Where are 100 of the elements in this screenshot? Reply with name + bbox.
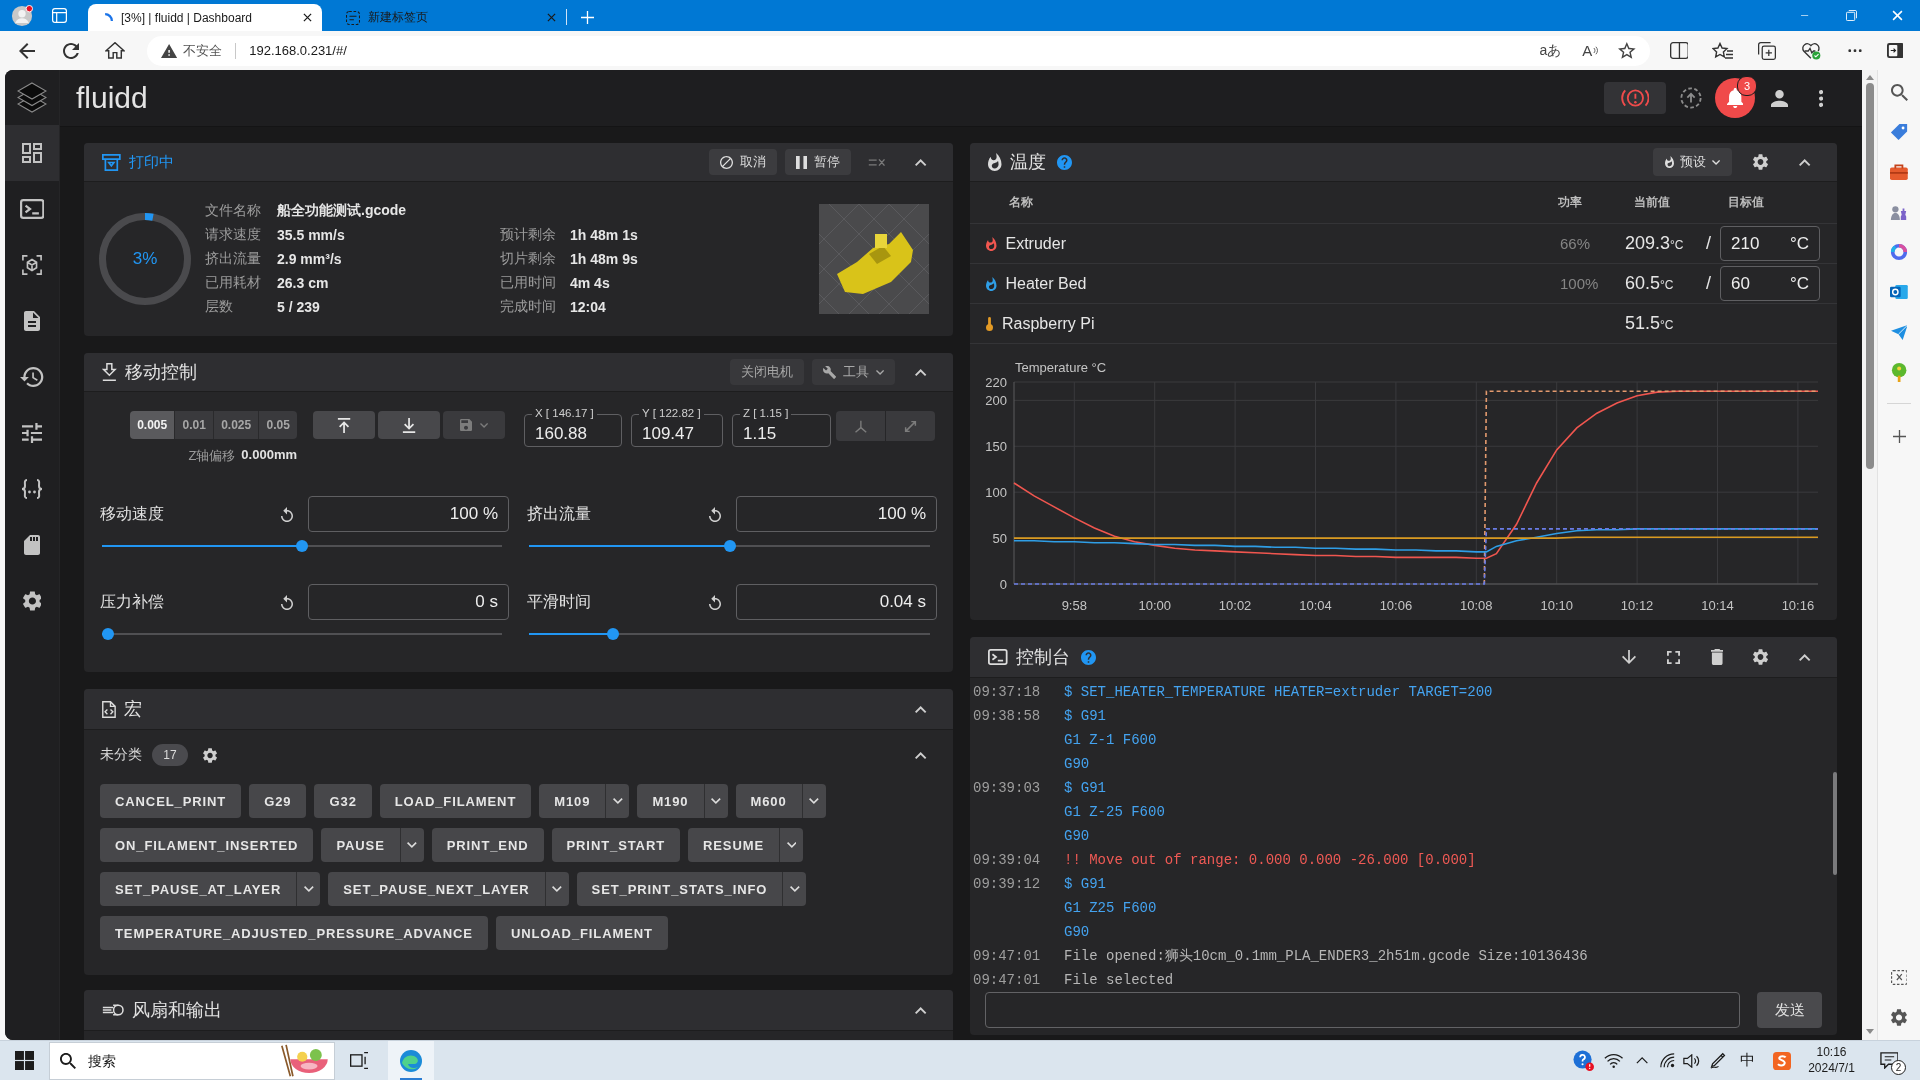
favorites-icon[interactable] <box>1712 42 1734 59</box>
window-icon[interactable] <box>51 8 67 23</box>
browser-tab[interactable]: 新建标签页 <box>330 4 566 31</box>
help-icon[interactable] <box>1056 154 1072 170</box>
slider-thumb[interactable] <box>102 628 114 640</box>
paper-plane-icon[interactable] <box>1890 324 1908 340</box>
sidebar-toggle-icon[interactable] <box>1886 43 1904 58</box>
macro-button[interactable]: M109 <box>539 784 606 818</box>
macro-button[interactable]: M190 <box>637 784 704 818</box>
profile-icon[interactable] <box>11 4 33 27</box>
send-button[interactable]: 发送 <box>1757 992 1822 1028</box>
clock-date[interactable]: 2024/7/1 <box>1808 1061 1855 1076</box>
macro-menu-button[interactable] <box>296 872 321 906</box>
chevron-up-icon[interactable] <box>1799 158 1811 166</box>
macro-button[interactable]: PAUSE <box>321 828 400 862</box>
macro-button[interactable]: SET_PAUSE_AT_LAYER <box>100 872 297 906</box>
settings-icon[interactable] <box>1753 154 1769 170</box>
chess-pieces-icon[interactable] <box>1890 203 1908 221</box>
slider-thumb[interactable] <box>723 540 736 552</box>
circular-arrow-icon[interactable] <box>281 506 293 522</box>
step-toggle[interactable]: 0.025 <box>214 411 260 439</box>
macro-menu-button[interactable] <box>779 828 804 862</box>
address-bar[interactable]: 不安全 192.168.0.231/#/ aあ A <box>147 35 1650 66</box>
start-icon[interactable] <box>15 1051 34 1070</box>
macro-menu-button[interactable] <box>605 784 630 818</box>
lines-cross-icon[interactable] <box>868 156 886 168</box>
move-up-button[interactable] <box>313 411 375 439</box>
macro-button[interactable]: PRINT_START <box>551 828 680 862</box>
step-toggle[interactable]: 0.05 <box>259 411 297 439</box>
browser-button[interactable] <box>388 1041 434 1080</box>
clock-time[interactable]: 10:16 <box>1816 1045 1847 1060</box>
settings-icon[interactable] <box>203 747 218 763</box>
circular-arrow-icon[interactable] <box>281 594 293 610</box>
chevron-up-icon[interactable] <box>915 1006 927 1014</box>
fullscreen-icon[interactable] <box>1666 650 1680 664</box>
macro-button[interactable]: SET_PRINT_STATS_INFO <box>576 872 783 906</box>
step-toggle[interactable]: 0.01 <box>175 411 214 439</box>
translate-icon[interactable]: aあ <box>1539 41 1562 60</box>
macro-button[interactable]: G32 <box>314 784 372 818</box>
scrollbar[interactable] <box>1862 70 1877 1040</box>
macro-button[interactable]: CANCEL_PRINT <box>100 784 242 818</box>
macro-menu-button[interactable] <box>782 872 807 906</box>
scrollbar-thumb[interactable] <box>1865 83 1874 469</box>
number-field[interactable]: 0 s <box>308 584 509 620</box>
notification-center-icon[interactable] <box>1879 1052 1899 1069</box>
signal-icon[interactable] <box>1660 1053 1675 1068</box>
split-screen-icon[interactable] <box>1669 42 1689 59</box>
pen-icon[interactable] <box>1710 1052 1727 1069</box>
motors-off-button[interactable]: 关闭电机 <box>729 359 804 385</box>
macro-menu-button[interactable] <box>399 828 424 862</box>
chevron-up-icon[interactable] <box>915 751 927 759</box>
preset-button[interactable]: 预设 <box>1652 148 1732 176</box>
macro-button[interactable]: M600 <box>735 784 802 818</box>
target-field[interactable]: 60 °C <box>1720 266 1820 301</box>
macro-button[interactable]: LOAD_FILAMENT <box>379 784 532 818</box>
input-method-indicator[interactable]: 中 <box>1739 1051 1755 1070</box>
number-field[interactable]: 0.04 s <box>736 584 937 620</box>
restore-icon[interactable] <box>1845 10 1857 21</box>
screenshot-icon[interactable] <box>1890 969 1908 985</box>
back-icon[interactable] <box>19 42 35 59</box>
settings-icon[interactable] <box>1891 1008 1907 1026</box>
plus-icon[interactable] <box>580 11 594 24</box>
circular-arrow-icon[interactable] <box>709 506 721 522</box>
macro-button[interactable]: RESUME <box>688 828 780 862</box>
search-box[interactable]: 搜索 <box>49 1041 335 1080</box>
help-icon[interactable] <box>1080 649 1096 665</box>
refresh-icon[interactable] <box>63 42 79 59</box>
target-field[interactable]: 210 °C <box>1720 226 1820 261</box>
tag-icon[interactable] <box>1890 123 1908 141</box>
macro-button[interactable]: UNLOAD_FILAMENT <box>495 916 668 950</box>
slider-thumb[interactable] <box>296 540 308 552</box>
close-icon[interactable] <box>303 13 312 22</box>
cancel-button[interactable]: 取消 <box>708 149 777 175</box>
chevron-up-icon[interactable] <box>1799 653 1811 661</box>
wifi-icon[interactable] <box>1604 1053 1624 1068</box>
minimize-icon[interactable] <box>1801 14 1809 17</box>
collections-icon[interactable] <box>1758 41 1776 60</box>
search-icon[interactable] <box>1890 83 1908 101</box>
chevron-up-icon[interactable] <box>1636 1057 1649 1064</box>
settings-icon[interactable] <box>1753 649 1769 665</box>
pause-button[interactable]: 暂停 <box>784 149 851 175</box>
scrollbar[interactable] <box>1833 772 1837 875</box>
scroll-down-icon[interactable] <box>1865 1029 1874 1034</box>
macro-button[interactable]: SET_PAUSE_NEXT_LAYER <box>328 872 545 906</box>
emergency-stop-button[interactable] <box>1604 82 1666 114</box>
s-logo-icon[interactable] <box>1773 1051 1791 1070</box>
add-icon[interactable] <box>1892 429 1906 443</box>
search-field[interactable]: 搜索 <box>88 1045 270 1076</box>
slider-thumb[interactable] <box>606 628 619 640</box>
move-down-button[interactable] <box>378 411 440 439</box>
briefcase-icon[interactable] <box>1890 164 1908 180</box>
macro-menu-button[interactable] <box>801 784 826 818</box>
nav-button[interactable] <box>5 125 59 181</box>
command-input[interactable] <box>985 992 1740 1028</box>
browser-tab[interactable]: [3%] | fluidd | Dashboard <box>88 4 322 31</box>
scroll-up-icon[interactable] <box>1865 75 1874 80</box>
macro-button[interactable]: G29 <box>249 784 307 818</box>
chevron-up-icon[interactable] <box>915 705 927 713</box>
macro-button[interactable]: TEMPERATURE_ADJUSTED_PRESSURE_ADVANCE <box>100 916 488 950</box>
volume-icon[interactable] <box>1682 1053 1701 1068</box>
